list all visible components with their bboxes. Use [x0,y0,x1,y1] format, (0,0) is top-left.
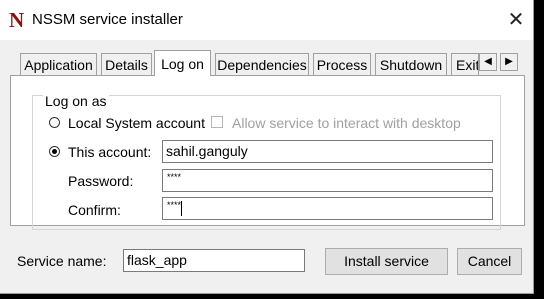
tab-shutdown[interactable]: Shutdown [375,53,447,76]
close-icon[interactable]: ✕ [498,4,534,36]
tab-process[interactable]: Process [313,53,371,76]
allow-desktop-label: Allow service to interact with desktop [232,115,461,131]
arrow-left-icon[interactable]: ◀ [479,53,497,71]
local-system-radio[interactable] [49,117,60,128]
tab-log-on[interactable]: Log on [154,50,211,76]
tab-dependencies[interactable]: Dependencies [215,53,309,76]
password-input[interactable]: **** [162,169,493,192]
install-service-button[interactable]: Install service [325,248,448,275]
confirm-label: Confirm: [68,202,121,218]
cancel-button[interactable]: Cancel [457,248,522,275]
account-input[interactable]: sahil.ganguly [162,140,493,163]
local-system-label: Local System account [68,115,205,131]
service-name-label: Service name: [17,253,107,269]
text-caret [181,201,183,216]
log-on-as-label: Log on as [43,93,109,109]
this-account-radio[interactable] [49,146,60,157]
tab-details[interactable]: Details [101,53,152,76]
window-title: NSSM service installer [32,11,183,28]
allow-desktop-checkbox[interactable] [211,116,223,128]
tab-application[interactable]: Application [20,53,97,76]
nssm-window: N NSSM service installer ✕ Application D… [0,0,534,294]
confirm-input[interactable]: **** [162,197,493,220]
tab-exit[interactable]: Exit [451,53,479,76]
arrow-right-icon[interactable]: ▶ [500,53,518,71]
title-bar: N NSSM service installer ✕ [0,0,533,40]
service-name-input[interactable]: flask_app [123,249,305,272]
password-label: Password: [68,173,134,189]
nssm-app-icon: N [9,8,25,32]
confirm-value: **** [167,200,182,210]
this-account-label: This account: [68,144,152,160]
